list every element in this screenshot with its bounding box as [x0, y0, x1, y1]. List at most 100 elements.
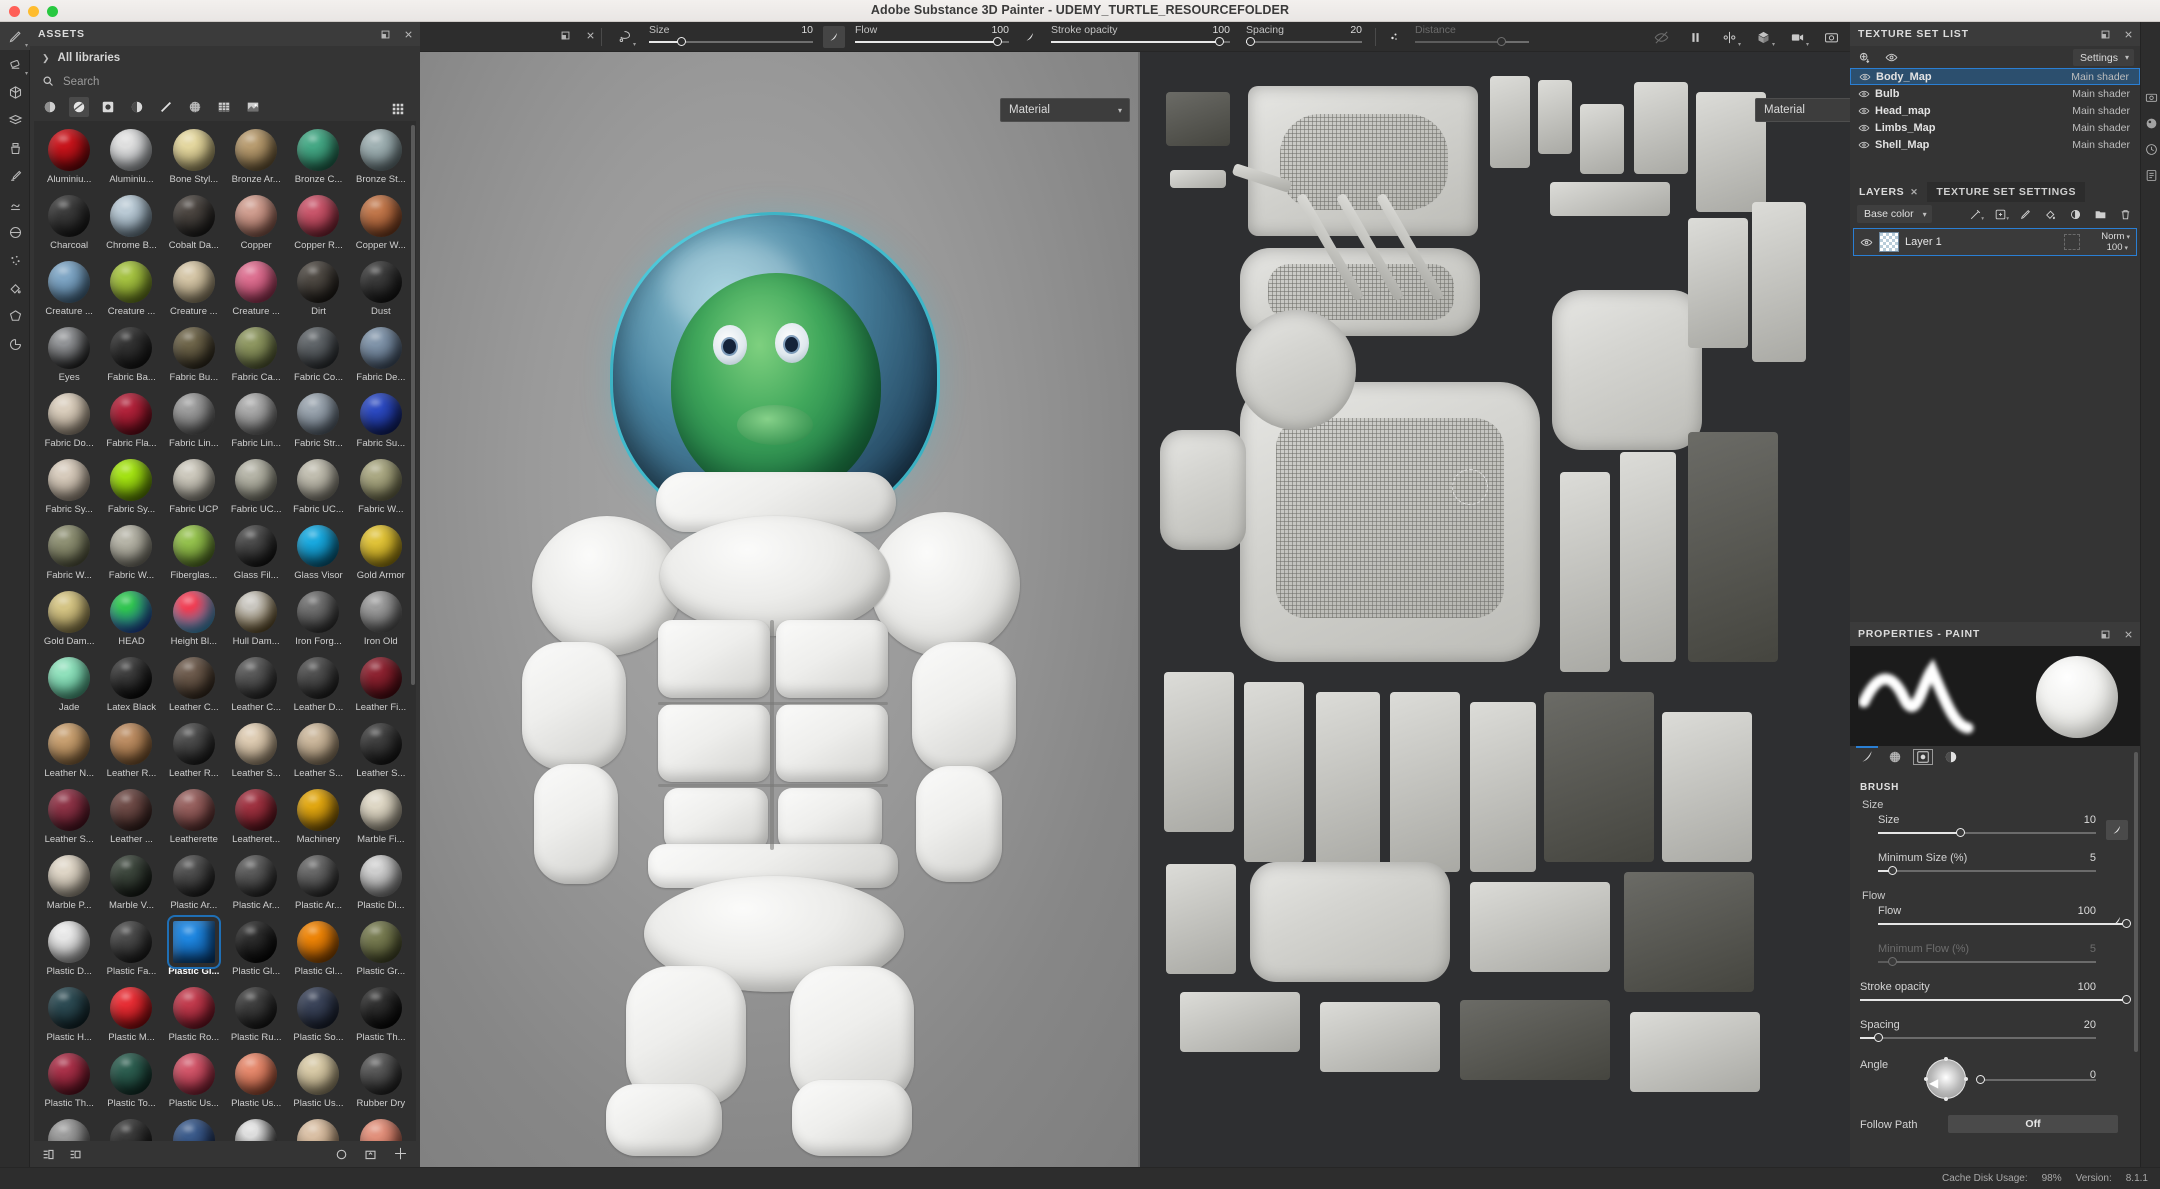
asset-item[interactable]: Plastic D...	[38, 919, 100, 985]
asset-item[interactable]: Skin ...	[350, 1117, 412, 1141]
toolbar-slider-flow[interactable]: Flow 100	[847, 22, 1017, 52]
prop-flow[interactable]: Flow 100	[1878, 905, 2130, 935]
asset-item[interactable]: Iron Old	[350, 589, 412, 655]
tool-uv[interactable]	[0, 330, 30, 358]
asset-item[interactable]: Leather Fi...	[350, 655, 412, 721]
asset-item[interactable]: Bronze St...	[350, 127, 412, 193]
prop-knob[interactable]	[2122, 995, 2131, 1004]
asset-item[interactable]: Eyes	[38, 325, 100, 391]
asset-item[interactable]: Jade	[38, 655, 100, 721]
asset-item[interactable]: Fabric UC...	[287, 457, 349, 523]
screenshot-rail-icon[interactable]	[2141, 84, 2160, 110]
asset-item[interactable]: Dirt	[287, 259, 349, 325]
asset-item[interactable]: Rubber ...	[38, 1117, 100, 1141]
viewport-close-icon[interactable]	[585, 30, 596, 44]
video-icon[interactable]: ▾	[1782, 22, 1812, 52]
layer-opacity[interactable]: 100▾	[2107, 242, 2128, 253]
detail-view-icon[interactable]	[69, 1148, 82, 1161]
asset-item[interactable]: Gold Armor	[350, 523, 412, 589]
texture-set-row[interactable]: BulbMain shader	[1850, 85, 2140, 102]
layer-row[interactable]: Layer 1Norm▾100▾	[1853, 228, 2137, 256]
viewport-3d[interactable]	[420, 52, 1140, 1167]
asset-item[interactable]: Leather S...	[287, 721, 349, 787]
properties-scrollbar[interactable]	[2134, 752, 2138, 1052]
add-icon[interactable]: ＋	[393, 1147, 408, 1162]
size-brush-pressure-icon[interactable]	[823, 26, 845, 48]
flow-brush-pressure-icon[interactable]	[1019, 26, 1041, 48]
prop-knob[interactable]	[1888, 866, 1897, 875]
material-tab[interactable]	[1938, 746, 1964, 768]
asset-item[interactable]: Plastic Fa...	[100, 919, 162, 985]
tool-clone[interactable]	[0, 134, 30, 162]
asset-item[interactable]: Leather S...	[350, 721, 412, 787]
tool-smudge[interactable]	[0, 190, 30, 218]
asset-item[interactable]: Rust ...	[225, 1117, 287, 1141]
asset-item[interactable]: Leather S...	[38, 787, 100, 853]
asset-item[interactable]: Fabric Bu...	[163, 325, 225, 391]
size-pressure-icon[interactable]	[2106, 820, 2128, 840]
float-panel-icon[interactable]	[380, 29, 391, 40]
log-rail-icon[interactable]	[2141, 162, 2160, 188]
add-generator-icon[interactable]	[2066, 205, 2084, 223]
float-panel-icon[interactable]	[2100, 29, 2111, 40]
assets-library-row[interactable]: ❯ All libraries	[30, 46, 420, 70]
asset-item[interactable]: Plastic Ar...	[163, 853, 225, 919]
asset-item[interactable]: Gold Dam...	[38, 589, 100, 655]
add-effect-icon[interactable]: ▾	[1966, 205, 1984, 223]
asset-item[interactable]: Plastic Ar...	[225, 853, 287, 919]
photo-camera-icon[interactable]	[1816, 22, 1846, 52]
asset-item[interactable]: Leather S...	[225, 721, 287, 787]
asset-item[interactable]: Plastic Us...	[163, 1051, 225, 1117]
flow-pressure-icon[interactable]	[2106, 911, 2128, 931]
visibility-icon[interactable]	[1858, 88, 1870, 100]
prop-follow-path[interactable]: Follow Path Off	[1860, 1115, 2130, 1137]
asset-item[interactable]: Aluminiu...	[100, 127, 162, 193]
stencil-tab[interactable]	[1910, 746, 1936, 768]
tab-texture-set-settings[interactable]: TEXTURE SET SETTINGS	[1927, 182, 2085, 202]
asset-item[interactable]: Leather N...	[38, 721, 100, 787]
asset-item[interactable]: Rubber ...	[100, 1117, 162, 1141]
asset-item[interactable]: Plastic Ru...	[225, 985, 287, 1051]
asset-item[interactable]: Machinery	[287, 787, 349, 853]
asset-item[interactable]: Fabric Sy...	[38, 457, 100, 523]
asset-item[interactable]: Plastic Us...	[225, 1051, 287, 1117]
asset-item[interactable]: Leather C...	[225, 655, 287, 721]
asset-item[interactable]: Creature ...	[163, 259, 225, 325]
asset-item[interactable]: Leather ...	[100, 787, 162, 853]
asset-item[interactable]: Leatheret...	[225, 787, 287, 853]
asset-item[interactable]: Fabric W...	[350, 457, 412, 523]
asset-item[interactable]: Creature ...	[100, 259, 162, 325]
add-mask-icon[interactable]	[2041, 205, 2059, 223]
asset-item[interactable]: Plastic Gl...	[225, 919, 287, 985]
asset-item[interactable]: Latex Black	[100, 655, 162, 721]
toolbar-slider-stroke-opacity[interactable]: Stroke opacity 100	[1043, 22, 1238, 52]
shelf-rail-icon[interactable]	[2141, 110, 2160, 136]
toolbar-slider-size[interactable]: Size 10	[641, 22, 821, 52]
asset-item[interactable]: Fabric Ca...	[225, 325, 287, 391]
slider-knob[interactable]	[993, 37, 1002, 46]
asset-item[interactable]: Iron Forg...	[287, 589, 349, 655]
filter-environments-icon[interactable]	[243, 97, 263, 117]
texture-set-row[interactable]: Shell_MapMain shader	[1850, 136, 2140, 153]
viewport-float-panel-icon[interactable]	[560, 30, 571, 44]
filter-textures-icon[interactable]	[214, 97, 234, 117]
add-paint-layer-icon[interactable]	[2016, 205, 2034, 223]
asset-item[interactable]: Glass Visor	[287, 523, 349, 589]
close-icon[interactable]: ✕	[1910, 187, 1918, 198]
angle-slider-knob[interactable]	[1976, 1075, 1985, 1084]
filter-smart-materials-icon[interactable]	[98, 97, 118, 117]
follow-path-toggle[interactable]: Off	[1948, 1115, 2118, 1133]
list-view-icon[interactable]	[42, 1148, 55, 1161]
asset-item[interactable]: Plastic H...	[38, 985, 100, 1051]
asset-item[interactable]: Leather C...	[163, 655, 225, 721]
asset-item[interactable]: Fabric De...	[350, 325, 412, 391]
asset-item[interactable]: Chrome B...	[100, 193, 162, 259]
float-panel-icon[interactable]	[2100, 629, 2111, 640]
asset-item[interactable]: HEAD	[100, 589, 162, 655]
asset-item[interactable]: Cobalt Da...	[163, 193, 225, 259]
asset-item[interactable]: Copper R...	[287, 193, 349, 259]
asset-item[interactable]: Fabric UC...	[225, 457, 287, 523]
prop-knob[interactable]	[1874, 1033, 1883, 1042]
asset-item[interactable]: Sand ...	[287, 1117, 349, 1141]
filter-all-icon[interactable]	[40, 97, 60, 117]
